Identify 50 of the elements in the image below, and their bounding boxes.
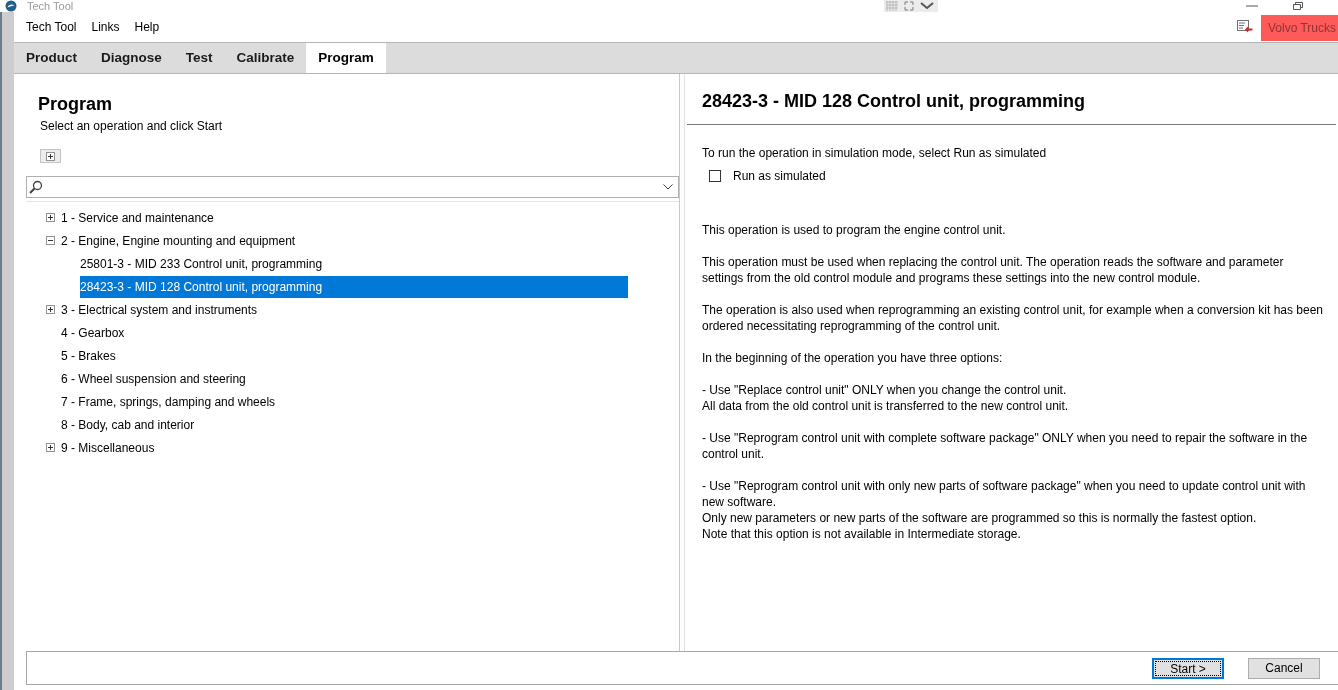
description-text: - Use "Reprogram control unit with only new parts of software package" when you need to update control unit with new software. — [702, 478, 1307, 510]
expand-all-button[interactable] — [40, 149, 61, 163]
description-text: - Use "Reprogram control unit with complete software package" ONLY when you need to repair the software in the control unit. — [702, 430, 1309, 462]
menu-item[interactable]: Help — [134, 18, 160, 36]
simulation-hint: To run the operation in simulation mode, select Run as simulated — [702, 145, 1048, 161]
tree-item[interactable]: 6 - Wheel suspension and steering — [61, 367, 246, 390]
checkbox[interactable] — [709, 170, 721, 182]
panel-title: Program — [38, 93, 114, 115]
description-text: This operation is used to program the engine control unit. — [702, 222, 1007, 238]
tree-item[interactable]: 28423-3 - MID 128 Control unit, programming — [80, 275, 628, 298]
description-text: This operation must be used when replacing the control unit. The operation reads the software and parameter settings from the old control module and programs these settings into the new control module. — [702, 254, 1285, 286]
plus-square-icon[interactable] — [46, 443, 55, 452]
minus-square-icon[interactable] — [46, 236, 55, 245]
plus-square-icon — [46, 151, 55, 161]
tree-item[interactable]: 5 - Brakes — [61, 344, 116, 367]
tab[interactable]: Calibrate — [224, 43, 307, 73]
tab[interactable]: Test — [173, 43, 225, 73]
tree-item[interactable]: 4 - Gearbox — [61, 321, 125, 344]
restore-icon[interactable] — [1293, 2, 1303, 10]
tree-item[interactable]: 9 - Miscellaneous — [61, 436, 155, 459]
tree-item[interactable]: 25801-3 - MID 233 Control unit, programming — [80, 252, 628, 275]
panel-subtitle: Select an operation and click Start — [40, 118, 224, 134]
dialog-button[interactable]: Start > — [1152, 657, 1224, 679]
description-text: In the beginning of the operation you have three options: — [702, 350, 1004, 366]
description-text: - Use "Replace control unit" ONLY when you change the control unit. — [702, 382, 1068, 398]
document-arrow-icon[interactable] — [1236, 20, 1253, 34]
description-text: All data from the old control unit is transferred to the new control unit. — [702, 398, 1070, 414]
tab[interactable]: Diagnose — [89, 43, 174, 73]
chevron-down-icon[interactable] — [920, 2, 934, 10]
tab[interactable]: Product — [14, 43, 89, 73]
tree-item[interactable]: 2 - Engine, Engine mounting and equipment — [61, 229, 296, 252]
description-text: The operation is also used when reprogramming an existing control unit, for example when a conversion kit has been ordered necessitating reprogramming of the control unit. — [702, 302, 1324, 334]
menu-item[interactable]: Links — [91, 18, 120, 36]
tree-item[interactable]: 7 - Frame, springs, damping and wheels — [61, 390, 276, 413]
search-icon — [29, 180, 43, 194]
tree-item[interactable]: 8 - Body, cab and interior — [61, 413, 195, 436]
window-title: Tech Tool — [27, 0, 74, 12]
description-text: Note that this option is not available in Intermediate storage. — [702, 526, 1022, 542]
search-field[interactable] — [26, 176, 679, 198]
dialog-button[interactable]: Cancel — [1248, 657, 1320, 679]
tree-item[interactable]: 1 - Service and maintenance — [61, 206, 214, 229]
operation-title: 28423-3 - MID 128 Control unit, programming — [702, 90, 1087, 112]
description-text: Only new parameters or new parts of the software are programmed so this is normally the fastest option. — [702, 510, 1258, 526]
tree-item[interactable]: 3 - Electrical system and instruments — [61, 298, 258, 321]
menu-item[interactable]: Tech Tool — [26, 18, 77, 36]
checkbox-label[interactable]: Run as simulated — [733, 168, 826, 184]
plus-square-icon[interactable] — [46, 305, 55, 314]
chevron-down-icon[interactable] — [663, 184, 673, 190]
plus-square-icon[interactable] — [46, 213, 55, 222]
tab[interactable]: Program — [306, 43, 386, 73]
